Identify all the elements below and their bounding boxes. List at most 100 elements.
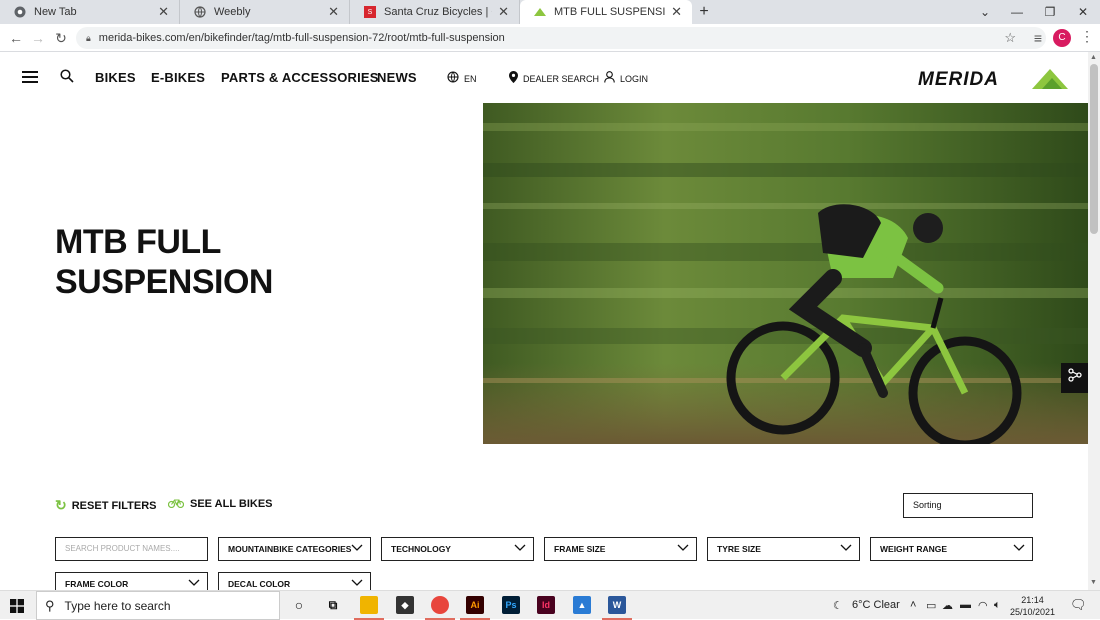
volume-icon[interactable]: 🔈︎ xyxy=(994,599,1001,612)
sorting-select[interactable]: Sorting xyxy=(903,493,1033,518)
hamburger-menu-icon[interactable] xyxy=(22,71,38,83)
see-all-bikes-label: SEE ALL BIKES xyxy=(190,498,273,510)
wifi-icon[interactable]: ◠ xyxy=(978,599,988,612)
kebab-menu-icon[interactable]: ⋮ xyxy=(1080,28,1094,45)
filter-mountainbike-categories[interactable]: MOUNTAINBIKE CATEGORIES xyxy=(218,537,371,561)
close-icon[interactable]: ✕ xyxy=(498,4,509,20)
search-product-input[interactable]: SEARCH PRODUCT NAMES.... xyxy=(55,537,208,561)
scroll-up-icon[interactable]: ▲ xyxy=(1090,54,1097,61)
star-icon[interactable]: ☆ xyxy=(1004,30,1016,46)
scroll-down-icon[interactable]: ▼ xyxy=(1090,579,1097,586)
browser-tab-active[interactable]: MTB FULL SUSPENSION - MERID ✕ xyxy=(520,0,692,24)
tab-search-icon[interactable]: ⌄ xyxy=(968,0,1002,24)
url-text: merida-bikes.com/en/bikefinder/tag/mtb-f… xyxy=(98,32,505,44)
tab-title: Santa Cruz Bicycles | Quality Bicy xyxy=(384,6,492,18)
new-tab-button[interactable]: + xyxy=(692,0,716,24)
illustrator-icon[interactable]: Ai xyxy=(460,596,490,620)
globe-icon xyxy=(447,71,459,86)
reset-filters-button[interactable]: ↻ RESET FILTERS xyxy=(55,497,156,514)
globe-icon xyxy=(194,6,206,18)
chrome-icon[interactable] xyxy=(425,596,455,620)
nav-parts-accessories[interactable]: PARTS & ACCESSORIES xyxy=(221,70,379,85)
scrollbar-thumb[interactable] xyxy=(1090,64,1098,234)
filter-decal-color[interactable]: DECAL COLOR xyxy=(218,572,371,590)
reload-icon[interactable]: ↻ xyxy=(51,28,71,48)
task-view-icon[interactable]: ⧉ xyxy=(324,596,342,614)
taskbar-search-input[interactable]: ⚲ Type here to search xyxy=(36,591,280,620)
dealer-search-link[interactable]: DEALER SEARCH xyxy=(509,71,599,86)
close-icon[interactable]: ✕ xyxy=(158,4,169,20)
close-icon[interactable]: ✕ xyxy=(328,4,339,20)
notifications-icon[interactable]: 🗨︎ xyxy=(1070,597,1087,613)
login-link[interactable]: LOGIN xyxy=(604,71,648,86)
chevron-down-icon xyxy=(514,544,526,551)
file-explorer-icon[interactable] xyxy=(354,596,384,620)
tab-title: Weebly xyxy=(214,6,251,18)
cortana-icon[interactable]: ○ xyxy=(290,596,308,614)
photoshop-icon[interactable]: Ps xyxy=(502,596,520,614)
network-icon[interactable]: ▭ xyxy=(926,599,936,612)
filter-label: TYRE SIZE xyxy=(717,544,761,554)
share-icon[interactable] xyxy=(1061,363,1088,393)
tab-title: MTB FULL SUSPENSION - MERID xyxy=(554,6,666,18)
browser-toolbar: ← → ↻ 🔒︎ merida-bikes.com/en/bikefinder/… xyxy=(0,24,1100,52)
filter-technology[interactable]: TECHNOLOGY xyxy=(381,537,534,561)
filter-label: MOUNTAINBIKE CATEGORIES xyxy=(228,544,352,554)
merida-logo[interactable]: MERIDA xyxy=(918,68,1068,90)
filter-label: FRAME SIZE xyxy=(554,544,606,554)
weather-text[interactable]: 6°C Clear xyxy=(852,599,900,611)
windows-start-icon[interactable] xyxy=(10,599,24,613)
see-all-bikes-button[interactable]: SEE ALL BIKES xyxy=(167,497,273,511)
logo-text: MERIDA xyxy=(918,69,999,90)
cloud-icon[interactable]: ☁ xyxy=(942,599,953,612)
chevron-up-icon[interactable]: ˄ xyxy=(910,599,916,611)
avatar[interactable]: C xyxy=(1053,29,1071,47)
clock-time: 21:14 xyxy=(1021,595,1044,605)
browser-tab[interactable]: New Tab ✕ xyxy=(0,0,180,24)
bicycle-icon xyxy=(167,497,185,511)
dealer-search-label: DEALER SEARCH xyxy=(523,73,600,84)
page-scrollbar[interactable]: ▲ ▼ xyxy=(1088,52,1100,590)
close-window-button[interactable]: ✕ xyxy=(1066,0,1100,24)
login-label: LOGIN xyxy=(620,73,649,84)
close-icon[interactable]: ✕ xyxy=(671,4,682,20)
language-selector[interactable]: EN xyxy=(447,71,477,86)
nav-news[interactable]: NEWS xyxy=(377,70,417,85)
back-icon[interactable]: ← xyxy=(6,28,26,48)
forward-icon[interactable]: → xyxy=(28,28,48,48)
page-title-line-1: MTB FULL xyxy=(55,223,221,261)
system-clock[interactable]: 21:14 25/10/2021 xyxy=(1010,594,1055,618)
weather-icon[interactable]: ☾ xyxy=(833,599,843,612)
chevron-down-icon xyxy=(188,579,200,586)
browser-tab[interactable]: Weebly ✕ xyxy=(180,0,350,24)
tab-title: New Tab xyxy=(34,6,77,18)
hero-image xyxy=(483,103,1088,444)
browser-tab-strip: New Tab ✕ Weebly ✕ S Santa Cruz Bicycles… xyxy=(0,0,1100,24)
browser-tab[interactable]: S Santa Cruz Bicycles | Quality Bicy ✕ xyxy=(350,0,520,24)
battery-icon[interactable]: ▬ xyxy=(960,599,971,611)
site-header: BIKES E-BIKES PARTS & ACCESSORIES NEWS E… xyxy=(0,52,1088,103)
minimize-button[interactable]: — xyxy=(1000,0,1034,24)
word-icon[interactable]: W xyxy=(602,596,632,620)
address-bar[interactable]: 🔒︎ merida-bikes.com/en/bikefinder/tag/mt… xyxy=(76,27,1046,49)
filter-tyre-size[interactable]: TYRE SIZE xyxy=(707,537,860,561)
restore-button[interactable]: ❐ xyxy=(1033,0,1067,24)
indesign-icon[interactable]: Id xyxy=(537,596,555,614)
filter-label: DECAL COLOR xyxy=(228,579,291,589)
nav-bikes[interactable]: BIKES xyxy=(95,70,136,85)
photos-icon[interactable]: ▲ xyxy=(573,596,591,614)
nav-e-bikes[interactable]: E-BIKES xyxy=(151,70,205,85)
store-icon[interactable]: ◆ xyxy=(396,596,414,614)
chrome-icon xyxy=(14,6,26,18)
clock-date: 25/10/2021 xyxy=(1010,607,1056,617)
page-title-line-2: SUSPENSION xyxy=(55,263,273,301)
merida-icon xyxy=(534,6,546,18)
lock-icon: 🔒︎ xyxy=(86,32,91,43)
filter-frame-size[interactable]: FRAME SIZE xyxy=(544,537,697,561)
windows-taskbar: ⚲ Type here to search ○ ⧉ ◆ Ai Ps Id ▲ W… xyxy=(0,590,1100,620)
search-icon[interactable] xyxy=(60,69,74,83)
filter-weight-range[interactable]: WEIGHT RANGE xyxy=(870,537,1033,561)
reading-list-icon[interactable]: ≡ xyxy=(1028,28,1048,48)
filter-label: TECHNOLOGY xyxy=(391,544,451,554)
filter-frame-color[interactable]: FRAME COLOR xyxy=(55,572,208,590)
